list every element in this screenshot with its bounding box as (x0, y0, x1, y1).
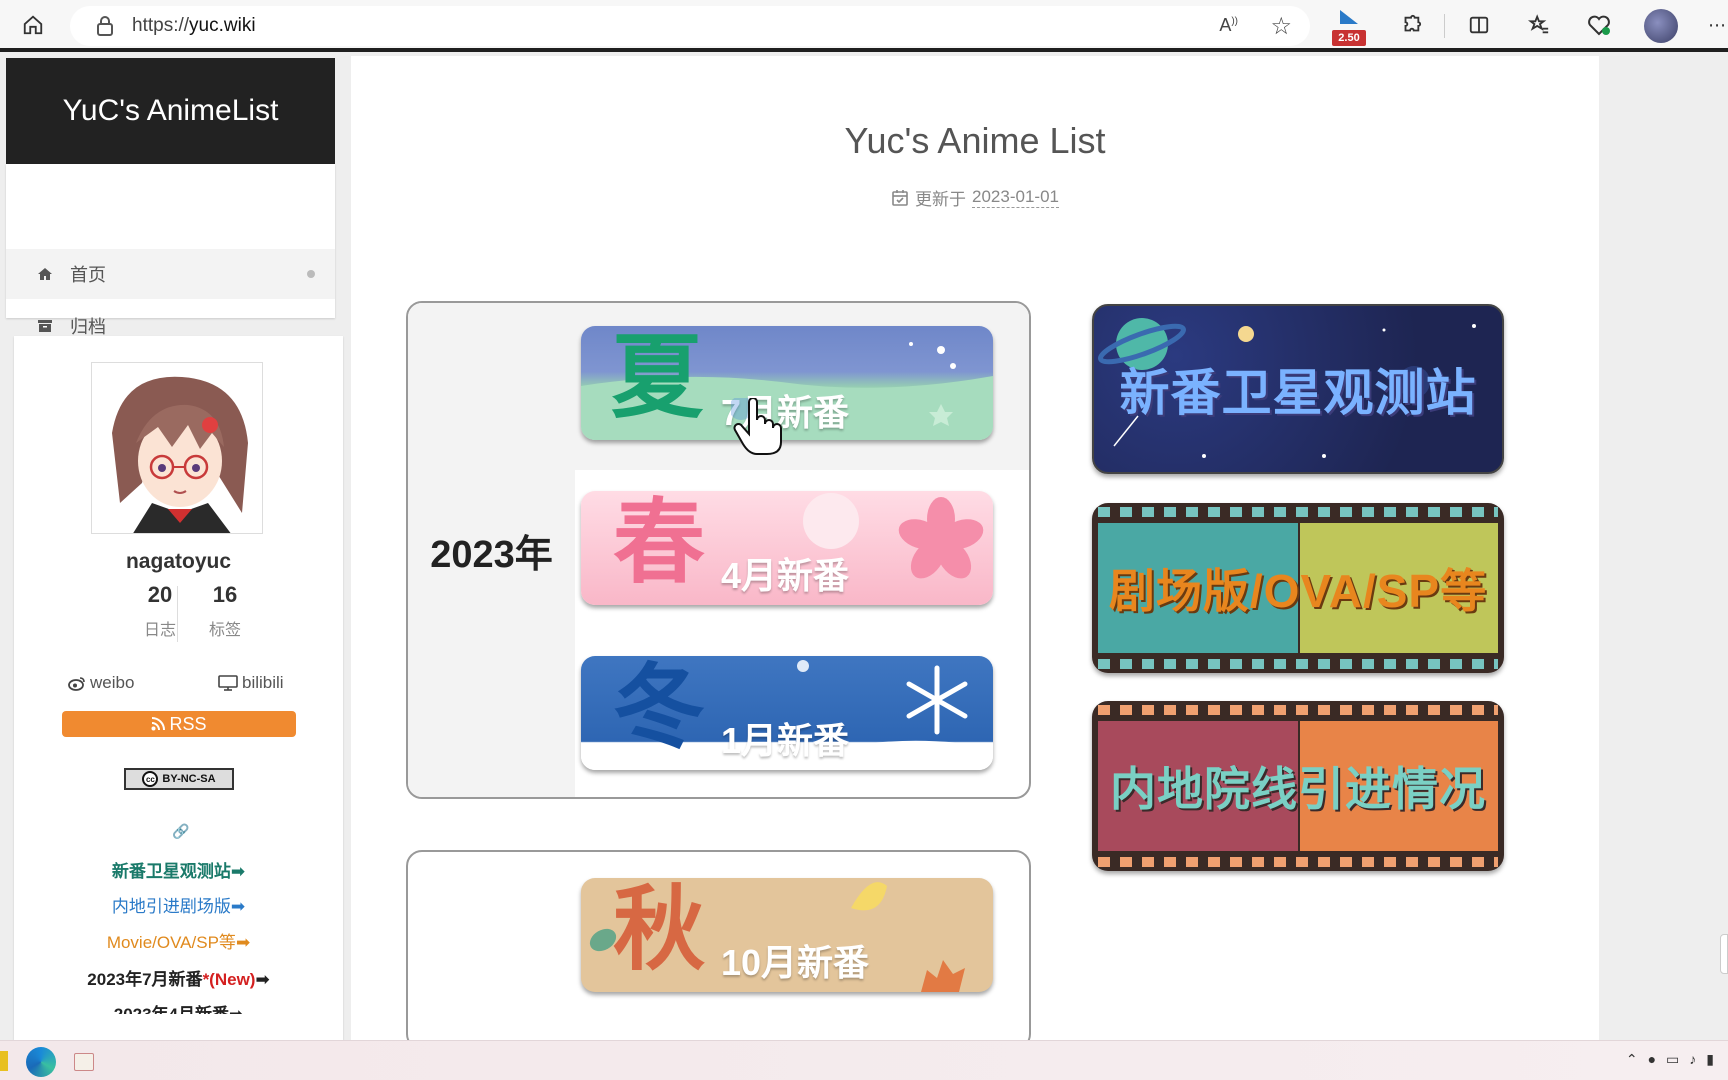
post-meta: 更新于 2023-01-01 (351, 185, 1599, 210)
browser-essentials-icon[interactable] (1582, 8, 1616, 42)
author-name: nagatoyuc (125, 550, 232, 573)
read-aloud-icon[interactable]: A)) (1219, 15, 1238, 36)
stat-tags[interactable]: 16 标签 (190, 582, 260, 640)
home-icon[interactable] (16, 8, 50, 42)
license-text: BY-NC-SA (162, 773, 216, 785)
stat-label: 标签 (208, 622, 241, 639)
author-avatar (91, 362, 263, 534)
side-scroll-tab[interactable] (1720, 934, 1728, 974)
license-badge[interactable]: cc BY-NC-SA (124, 768, 234, 790)
season-banner-spring[interactable]: 春 4月新番 (581, 491, 993, 605)
card-title: 剧场版/OVA/SP等 (1108, 565, 1488, 617)
main-content: Yuc's Anime List 更新于 2023-01-01 2023年 夏 … (351, 56, 1599, 1050)
season-character: 夏 (611, 327, 704, 429)
card-movie-ova-sp[interactable]: 剧场版/OVA/SP等 (1092, 503, 1504, 673)
url-text: https://yuc.wiki (132, 15, 256, 36)
os-taskbar: ⌃ ● ▭ ♪ ▮ (0, 1040, 1728, 1080)
taskbar-window-icon[interactable] (74, 1053, 94, 1071)
season-character: 冬 (613, 657, 706, 759)
sidebar-link-2023-july[interactable]: 2023年7月新番*(New)➡ (14, 965, 343, 990)
card-title: 新番卫星观测站 (1119, 365, 1477, 421)
system-tray: ⌃ ● ▭ ♪ ▮ (1626, 1051, 1714, 1068)
hand-cursor-icon (729, 396, 783, 461)
taskbar-app-icon[interactable] (0, 1051, 8, 1071)
sidebar-item-home[interactable]: 首页 (6, 249, 335, 299)
site-brand[interactable]: YuC's AnimeList (6, 58, 335, 164)
card-satellite-station[interactable]: 新番卫星观测站 (1092, 304, 1504, 474)
active-indicator (307, 270, 315, 278)
stat-count: 20 (147, 582, 173, 607)
card-mainland-theatrical[interactable]: 内地院线引进情况 (1092, 701, 1504, 871)
battery-icon[interactable]: ▮ (1706, 1051, 1714, 1068)
film-sprocket-bottom (1098, 857, 1498, 867)
social-link-bilibili[interactable]: bilibili (218, 673, 284, 693)
volume-icon[interactable]: ♪ (1689, 1051, 1696, 1068)
film-sprocket-bottom (1098, 659, 1498, 669)
lock-icon (97, 16, 113, 36)
calendar-check-icon (892, 189, 908, 206)
more-menu-icon[interactable]: ⋯ (1700, 8, 1728, 42)
author-panel: nagatoyuc 20 日志 16 标签 weibo bilibili RSS… (14, 336, 343, 1040)
network-icon[interactable]: ▭ (1666, 1051, 1679, 1068)
link-chain-icon: 🔗 (172, 823, 190, 839)
sidebar-link-movie-ova[interactable]: Movie/OVA/SP等➡ (14, 928, 343, 953)
updated-date[interactable]: 2023-01-01 (972, 187, 1059, 208)
extension-badge-count: 2.50 (1332, 30, 1366, 46)
home-icon (36, 266, 54, 282)
season-character: 春 (613, 492, 706, 594)
film-sprocket-top (1098, 507, 1498, 517)
page-title: Yuc's Anime List (844, 120, 1106, 161)
rss-icon (151, 717, 166, 731)
season-caption: 10月新番 (721, 942, 870, 983)
chevron-up-icon[interactable]: ⌃ (1626, 1051, 1638, 1068)
rss-button[interactable]: RSS (62, 711, 296, 737)
sidebar-link-theatrical[interactable]: 内地引进剧场版➡ (14, 892, 343, 917)
cc-icon: cc (142, 771, 159, 787)
favorite-star-icon[interactable]: ☆ (1270, 12, 1292, 41)
profile-avatar[interactable] (1644, 9, 1678, 43)
season-character: 秋 (613, 879, 706, 981)
card-title: 内地院线引进情况 (1110, 763, 1486, 815)
stat-label: 日志 (143, 622, 176, 639)
split-screen-icon[interactable] (1462, 8, 1496, 42)
social-label: bilibili (242, 673, 284, 692)
season-banner-summer[interactable]: 夏 7月新番 (581, 326, 993, 440)
sidebar-link-satellite[interactable]: 新番卫星观测站➡ (14, 857, 343, 882)
year-label: 2023年 (408, 303, 575, 797)
edge-browser-icon[interactable] (26, 1047, 56, 1077)
rss-label: RSS (169, 713, 207, 734)
qq-icon[interactable]: ● (1648, 1051, 1656, 1068)
film-sprocket-top (1098, 705, 1498, 715)
extensions-puzzle-icon[interactable] (1394, 8, 1428, 42)
favorites-icon[interactable] (1522, 8, 1556, 42)
extension-icon[interactable]: 2.50 (1332, 8, 1366, 46)
season-caption: 4月新番 (721, 555, 850, 596)
season-banner-autumn[interactable]: 秋 10月新番 (581, 878, 993, 992)
season-banner-winter[interactable]: 冬 1月新番 (581, 656, 993, 770)
sidebar-menu: 首页 归档 (6, 164, 335, 337)
social-label: weibo (90, 673, 135, 692)
stat-count: 16 (212, 582, 238, 607)
address-bar[interactable]: https://yuc.wiki A)) ☆ (70, 6, 1310, 46)
stat-posts[interactable]: 20 日志 (125, 582, 195, 640)
archive-icon (36, 318, 54, 334)
stat-divider (177, 586, 178, 642)
updated-label: 更新于 (915, 190, 967, 209)
social-link-weibo[interactable]: weibo (68, 673, 134, 693)
monitor-icon (218, 675, 238, 691)
sidebar-link-2023-april[interactable]: 2023年4月新番➡ (14, 1000, 343, 1014)
toolbar-divider (1444, 14, 1445, 38)
weibo-icon (68, 676, 85, 691)
browser-toolbar: https://yuc.wiki A)) ☆ 2.50 ⋯ (0, 0, 1728, 52)
sidebar-item-label: 首页 (70, 265, 106, 285)
page-viewport: YuC's AnimeList 首页 归档 nagatoyuc 20 日志 16… (0, 56, 1728, 1050)
season-caption: 1月新番 (721, 720, 850, 761)
